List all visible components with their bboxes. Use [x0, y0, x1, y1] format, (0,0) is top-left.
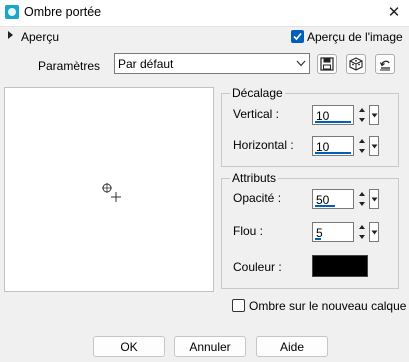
- chevron-down-icon: [371, 144, 377, 148]
- blur-spinner[interactable]: [358, 222, 366, 242]
- image-preview-checkbox[interactable]: [291, 30, 304, 43]
- color-swatch[interactable]: [312, 255, 368, 277]
- cancel-button-label: Annuler: [189, 339, 231, 354]
- color-label: Couleur :: [233, 260, 282, 274]
- close-icon[interactable]: ✕: [383, 2, 405, 22]
- new-layer-checkbox[interactable]: [232, 299, 245, 312]
- ok-button[interactable]: OK: [93, 336, 165, 357]
- expand-triangle-icon[interactable]: [8, 31, 13, 39]
- horizontal-spinner[interactable]: [358, 136, 366, 156]
- spin-down-icon[interactable]: [358, 199, 366, 209]
- cancel-button[interactable]: Annuler: [174, 336, 246, 357]
- spin-down-icon[interactable]: [358, 115, 366, 125]
- title-bar: Ombre portée ✕: [0, 0, 409, 26]
- offset-group: Décalage Vertical : 10 Horizontal : 10: [221, 86, 399, 167]
- save-preset-button[interactable]: [317, 54, 337, 74]
- opacity-label: Opacité :: [233, 191, 282, 205]
- checkmark-icon: [293, 32, 302, 41]
- blur-input[interactable]: 5: [312, 222, 354, 242]
- shadow-app-icon: [5, 5, 19, 19]
- pan-crosshair-icon[interactable]: [101, 182, 123, 204]
- spin-down-icon[interactable]: [358, 232, 366, 242]
- randomize-button[interactable]: [346, 54, 366, 74]
- chevron-down-icon: [371, 197, 377, 201]
- spin-down-icon[interactable]: [358, 146, 366, 156]
- ok-button-label: OK: [120, 339, 138, 354]
- preset-value: Par défaut: [118, 57, 174, 71]
- vertical-input[interactable]: 10: [312, 105, 354, 125]
- blur-dropdown[interactable]: [369, 222, 379, 242]
- new-layer-label[interactable]: Ombre sur le nouveau calque: [249, 299, 406, 313]
- help-button-label: Aide: [279, 339, 305, 354]
- horizontal-input[interactable]: 10: [312, 136, 354, 156]
- preview-label[interactable]: Aperçu: [21, 30, 59, 44]
- blur-slider-bar[interactable]: [315, 238, 321, 240]
- image-preview-label[interactable]: Aperçu de l'image: [307, 30, 403, 44]
- vertical-dropdown[interactable]: [369, 105, 379, 125]
- chevron-down-icon: [371, 113, 377, 117]
- opacity-spinner[interactable]: [358, 189, 366, 209]
- horizontal-label: Horizontal :: [233, 138, 294, 152]
- spin-up-icon[interactable]: [358, 189, 366, 199]
- horizontal-slider-bar[interactable]: [315, 152, 351, 154]
- preview-canvas[interactable]: [4, 87, 214, 292]
- chevron-down-icon: [296, 60, 306, 67]
- opacity-slider-bar[interactable]: [315, 205, 335, 207]
- spin-up-icon[interactable]: [358, 136, 366, 146]
- attributes-legend: Attributs: [230, 171, 279, 185]
- spin-up-icon[interactable]: [358, 222, 366, 232]
- vertical-slider-bar[interactable]: [315, 121, 351, 123]
- reset-button[interactable]: [375, 54, 395, 74]
- save-preset-icon: [320, 57, 334, 71]
- title-divider: [0, 26, 409, 27]
- opacity-input[interactable]: 50: [312, 189, 354, 209]
- attributes-group: Attributs Opacité : 50 Flou : 5 Couleur …: [221, 171, 399, 289]
- vertical-label: Vertical :: [233, 107, 280, 121]
- randomize-icon: [349, 57, 363, 71]
- vertical-spinner[interactable]: [358, 105, 366, 125]
- reset-icon: [379, 60, 390, 71]
- offset-legend: Décalage: [230, 86, 285, 100]
- horizontal-dropdown[interactable]: [369, 136, 379, 156]
- blur-label: Flou :: [233, 224, 264, 238]
- parameters-label: Paramètres: [38, 59, 101, 73]
- opacity-dropdown[interactable]: [369, 189, 379, 209]
- chevron-down-icon: [371, 230, 377, 234]
- preset-dropdown[interactable]: Par défaut: [114, 53, 310, 74]
- help-button[interactable]: Aide: [256, 336, 328, 357]
- window-title: Ombre portée: [24, 5, 102, 19]
- spin-up-icon[interactable]: [358, 105, 366, 115]
